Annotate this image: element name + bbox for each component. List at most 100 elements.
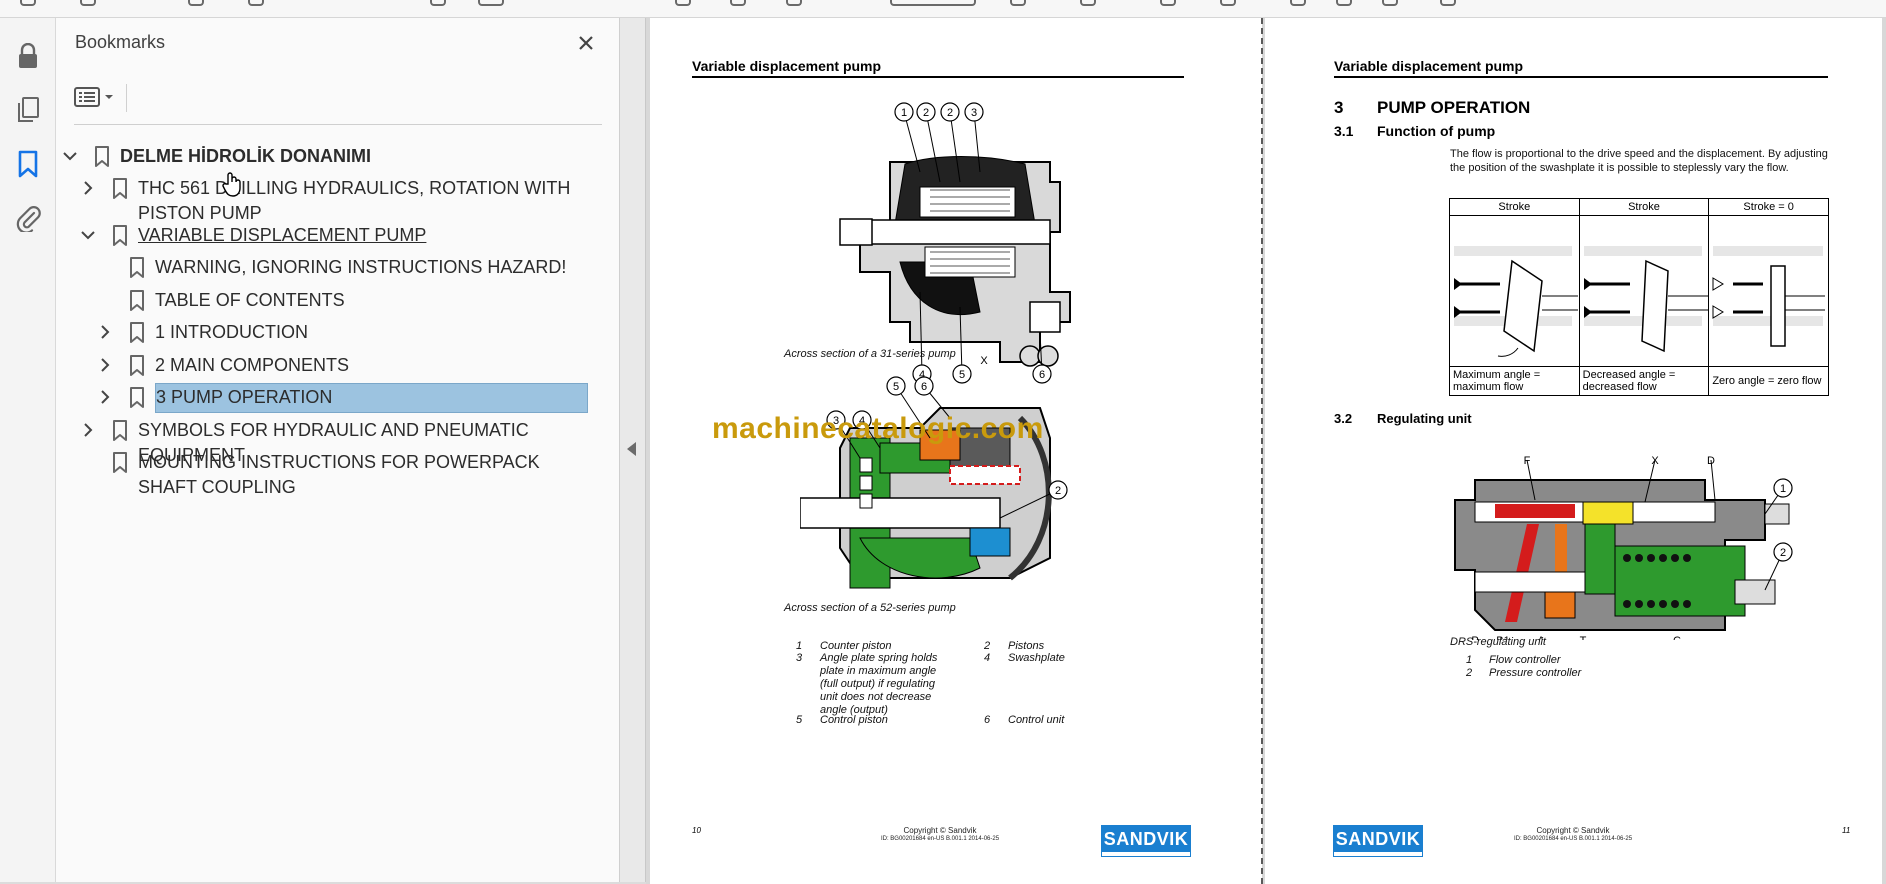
max-angle-diagram [1454,246,1578,357]
document-view[interactable]: Variable displacement pump 1223 4 5 6 X … [646,18,1886,884]
bookmark-options-button[interactable] [74,82,120,112]
legend-text: Control unit [1008,714,1065,726]
svg-text:5: 5 [893,381,899,393]
bookmark-label: 3 PUMP OPERATION [156,387,333,407]
pages-button[interactable] [8,90,48,130]
legend-number: 1 [1466,654,1473,666]
toolbar-icon[interactable] [80,0,96,6]
svg-text:X: X [980,355,988,367]
toolbar-icon[interactable] [1010,0,1026,6]
legend-text: Angle plate spring holds plate in maximu… [820,652,938,716]
page-number: 11 [1842,826,1851,835]
bookmark-label: WARNING, IGNORING INSTRUCTIONS HAZARD! [155,257,567,277]
subsection-title: Regulating unit [1377,411,1472,426]
svg-text:1: 1 [1780,483,1786,495]
panel-divider [74,124,602,125]
bookmark-label: 1 INTRODUCTION [155,322,308,342]
table-header-cell: Stroke [1449,198,1580,216]
page-divider [1261,18,1263,884]
header-rule [1334,76,1828,78]
page-header: Variable displacement pump [1334,58,1524,74]
copyright-text: Copyright © Sandvik [1536,826,1610,835]
figure-caption: Across section of a 31-series pump [784,348,956,360]
chevron-right-icon[interactable] [95,387,115,407]
chevron-down-icon[interactable] [78,225,98,245]
toolbar-icon[interactable] [1220,0,1236,6]
callout-label: D [1707,455,1716,501]
toolbar-icon[interactable] [188,0,204,6]
lock-button[interactable] [8,36,48,76]
pump-52-series-figure: 3 45 62 [800,376,1068,589]
toolbar-icon[interactable] [1080,0,1096,6]
close-icon [579,36,593,50]
bookmark-label: 2 MAIN COMPONENTS [155,355,350,375]
toolbar-field[interactable] [478,0,504,6]
panel-title: Bookmarks [75,32,166,52]
attachments-button[interactable] [8,198,48,238]
chevron-right-icon[interactable] [78,420,98,440]
chevron-right-icon[interactable] [95,355,115,375]
toolbar-icon[interactable] [1160,0,1176,6]
collapse-arrow-icon[interactable] [627,442,636,456]
legend-text: Control piston [820,714,888,726]
toolbar-icon[interactable] [1382,0,1398,6]
panel-splitter[interactable] [620,18,646,882]
sandvik-logo: SANDVIK [1333,825,1423,857]
toolbar-icon[interactable] [430,0,446,6]
legend-number: 3 [796,652,803,664]
toolbar-divider [126,84,127,112]
body-paragraph: The flow is proportional to the drive sp… [1450,148,1828,174]
table-footer-cell: Zero angle = zero flow [1708,366,1829,396]
table-header-cell: Stroke = 0 [1708,198,1829,216]
copyright-text: Copyright © Sandvik [903,826,977,835]
toolbar-icon[interactable] [1336,0,1352,6]
legend-number: 2 [1466,667,1473,679]
figure-caption: Across section of a 52-series pump [784,602,956,614]
swashplate-diagram-cell [1449,215,1580,367]
subsection-number: 3.1 [1334,123,1354,139]
bookmark-icon [112,225,132,247]
bookmark-icon [129,290,149,312]
bookmark-icon [129,322,149,344]
svg-text:2: 2 [1055,485,1061,497]
chevron-right-icon[interactable] [95,322,115,342]
bookmark-label: TABLE OF CONTENTS [155,290,345,310]
bookmark-label: VARIABLE DISPLACEMENT PUMP [138,225,427,245]
lock-icon [19,43,37,68]
bookmark-icon [112,452,132,474]
pages-icon [18,97,39,122]
callout-label: C [1673,635,1681,640]
svg-text:2: 2 [947,107,953,119]
zoom-field[interactable] [890,0,976,6]
zero-angle-diagram [1712,246,1826,347]
page-number: 10 [692,826,701,835]
svg-text:F: F [1524,455,1531,467]
toolbar-icon[interactable] [730,0,746,6]
page-header: Variable displacement pump [692,58,882,74]
toolbar-icon[interactable] [1440,0,1456,6]
watermark-text: machinecatalogic.com [712,412,1044,445]
toolbar-icon[interactable] [675,0,691,6]
bookmark-icon [129,355,149,377]
chevron-down-icon [105,95,113,99]
toolbar-icon[interactable] [786,0,802,6]
chevron-right-icon[interactable] [78,178,98,198]
page-10: Variable displacement pump 1 2 2 3 4 5 6 X … [650,18,1262,884]
svg-text:1: 1 [901,107,907,119]
toolbar-icon[interactable] [20,0,36,6]
bookmark-label: DELME HİDROLİK DONANIMI [120,146,371,166]
close-panel-button[interactable] [571,28,601,58]
pdf-viewer-window: Bookmarks DELME HİDROLİK DONANIMI THC 561… [0,0,1886,884]
table-footer-cell: Decreased angle = decreased flow [1578,366,1710,396]
table-footer-cell: Maximum angle = maximum flow [1449,366,1580,396]
section-title: PUMP OPERATION [1377,98,1531,117]
bookmarks-button[interactable] [8,144,48,184]
svg-text:T: T [1580,635,1587,640]
figure-caption: DRS-regulating unit [1450,636,1546,648]
sandvik-logo: SANDVIK [1101,825,1191,857]
toolbar-icon[interactable] [248,0,264,6]
subsection-title: Function of pump [1377,123,1496,139]
chevron-down-icon[interactable] [60,146,80,166]
toolbar-icon[interactable] [1290,0,1306,6]
callout-label: X [980,355,988,367]
